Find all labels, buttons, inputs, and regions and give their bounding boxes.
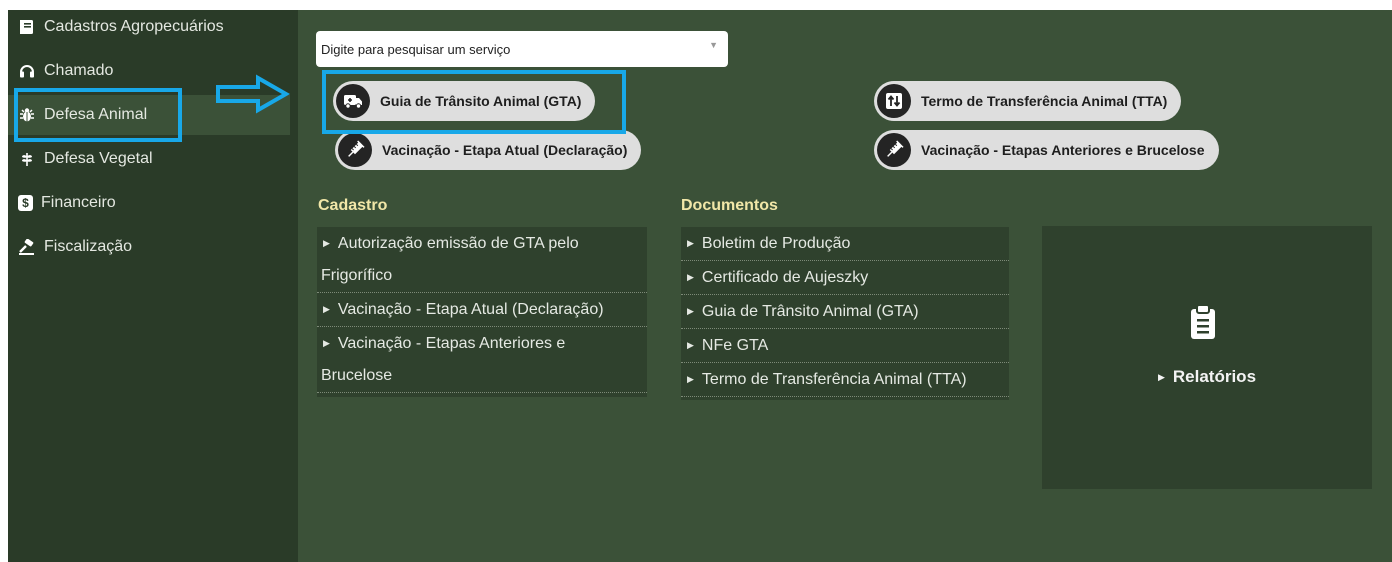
documentos-link-boletim[interactable]: ▶ Boletim de Produção (681, 227, 1009, 261)
sidebar-item-label: Fiscalização (44, 238, 133, 255)
documentos-link-aujeszky[interactable]: ▶ Certificado de Aujeszky (681, 261, 1009, 295)
section-title-documentos: Documentos (681, 197, 778, 214)
dollar-icon: $ (18, 195, 33, 211)
search-input[interactable]: Digite para pesquisar um serviço ▼ (316, 31, 728, 67)
shortcut-label: Vacinação - Etapa Atual (Declaração) (382, 142, 628, 158)
leaf-icon (18, 150, 36, 168)
sidebar-item-defesa-vegetal[interactable]: Defesa Vegetal (8, 139, 290, 179)
sidebar-item-label: Cadastros Agropecuários (44, 18, 224, 35)
book-icon (18, 18, 36, 36)
triangle-right-icon: ▶ (687, 340, 694, 350)
dropdown-caret-icon[interactable]: ▼ (709, 40, 718, 50)
headset-icon (18, 62, 36, 80)
triangle-right-icon: ▶ (687, 238, 694, 248)
sidebar-item-cadastros[interactable]: Cadastros Agropecuários (8, 7, 290, 47)
shortcut-vacinacao-atual-button[interactable]: Vacinação - Etapa Atual (Declaração) (335, 130, 642, 170)
syringe-icon (877, 133, 911, 167)
arrow-right-icon (216, 74, 290, 114)
documentos-panel: ▶ Boletim de Produção ▶ Certificado de Auj… (681, 227, 1009, 400)
syringe-icon (338, 133, 372, 167)
relatorios-tile[interactable]: ▶ Relatórios (1042, 226, 1372, 489)
triangle-right-icon: ▶ (687, 374, 694, 384)
search-placeholder: Digite para pesquisar um serviço (321, 41, 511, 57)
triangle-right-icon: ▶ (1157, 372, 1165, 382)
clipboard-icon (1191, 304, 1215, 339)
gavel-icon (18, 238, 36, 256)
shortcut-tta-button[interactable]: Termo de Transferência Animal (TTA) (874, 81, 1182, 121)
documentos-link-nfe-gta[interactable]: ▶ NFe GTA (681, 329, 1009, 363)
cadastro-link-autorizacao[interactable]: ▶ Autorização emissão de GTA pelo Frigorí… (317, 227, 647, 293)
sidebar-item-label: Defesa Vegetal (44, 150, 153, 167)
documentos-link-tta[interactable]: ▶ Termo de Transferência Animal (TTA) (681, 363, 1009, 397)
cadastro-link-vacinacao-anteriores[interactable]: ▶ Vacinação - Etapas Anteriores e Brucelo… (317, 327, 647, 393)
triangle-right-icon: ▶ (687, 272, 694, 282)
shortcut-label: Vacinação - Etapas Anteriores e Brucelos… (921, 142, 1205, 158)
sidebar-item-financeiro[interactable]: $ Financeiro (8, 183, 290, 223)
sidebar-item-label: Chamado (44, 62, 114, 79)
cadastro-link-vacinacao-atual[interactable]: ▶ Vacinação - Etapa Atual (Declaração) (317, 293, 647, 327)
transfer-icon (877, 84, 911, 118)
shortcut-vacinacao-anteriores-button[interactable]: Vacinação - Etapas Anteriores e Brucelos… (874, 130, 1219, 170)
relatorios-label: ▶ Relatórios (1157, 367, 1257, 386)
triangle-right-icon: ▶ (323, 238, 330, 248)
documentos-link-gta[interactable]: ▶ Guia de Trânsito Animal (GTA) (681, 295, 1009, 329)
sidebar-item-fiscalizacao[interactable]: Fiscalização (8, 227, 290, 267)
triangle-right-icon: ▶ (323, 304, 330, 314)
cadastro-panel: ▶ Autorização emissão de GTA pelo Frigorí… (317, 227, 647, 397)
shortcut-label: Termo de Transferência Animal (TTA) (921, 93, 1168, 109)
highlight-frame-defesa-animal (14, 88, 182, 142)
triangle-right-icon: ▶ (323, 338, 330, 348)
highlight-frame-gta (322, 70, 626, 134)
sidebar-item-label: Financeiro (41, 194, 116, 211)
section-title-cadastro: Cadastro (318, 197, 388, 214)
triangle-right-icon: ▶ (687, 306, 694, 316)
